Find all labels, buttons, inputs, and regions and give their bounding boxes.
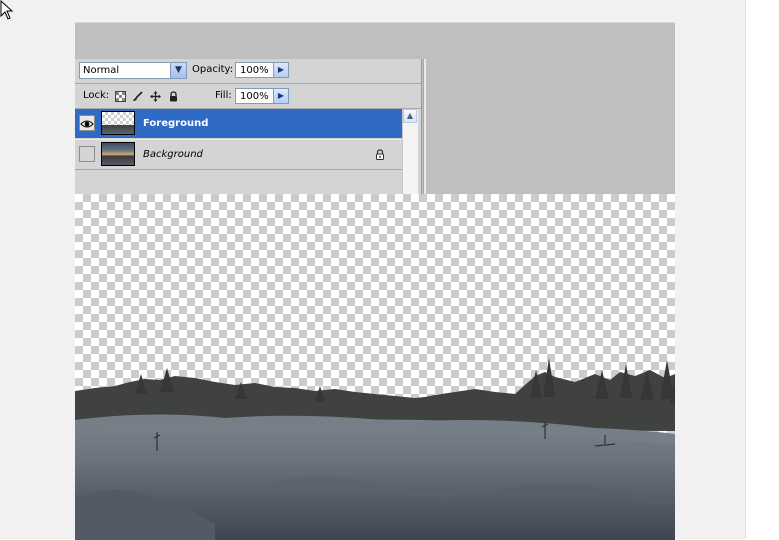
layer-row-background[interactable]: Background (75, 139, 402, 170)
layer-list: Foreground Background ▲ (75, 109, 421, 194)
mouse-pointer-icon (0, 0, 14, 20)
layer-name-foreground: Foreground (143, 118, 209, 129)
checkerboard-icon[interactable] (115, 91, 126, 102)
blend-mode-value: Normal (83, 65, 120, 76)
layer-row-foreground[interactable]: Foreground (75, 109, 402, 138)
lock-icon (376, 149, 384, 160)
chevron-down-icon[interactable]: ▼ (170, 63, 186, 78)
fill-value: 100% (240, 91, 269, 102)
blend-mode-select[interactable]: Normal ▼ (79, 62, 187, 79)
eye-icon (80, 120, 94, 128)
lock-label: Lock: (83, 90, 110, 101)
lock-options-row: Lock: Fill: 100% ▶ (75, 84, 421, 109)
opacity-field[interactable]: 100% ▶ (235, 62, 289, 78)
fill-label: Fill: (215, 90, 232, 101)
layer-thumbnail-background (101, 142, 135, 166)
visibility-toggle[interactable] (79, 115, 95, 131)
blend-options-row: Normal ▼ Opacity: 100% ▶ (75, 59, 421, 84)
visibility-toggle[interactable] (79, 146, 95, 162)
opacity-value: 100% (240, 65, 269, 76)
layers-panel: Normal ▼ Opacity: 100% ▶ Lock: Fill: 100… (75, 59, 422, 194)
triangle-right-icon[interactable]: ▶ (273, 89, 288, 103)
photoshop-screenshot: Normal ▼ Opacity: 100% ▶ Lock: Fill: 100… (75, 22, 675, 540)
triangle-right-icon[interactable]: ▶ (273, 63, 288, 77)
lock-icon[interactable] (168, 91, 179, 102)
snow-forest-image (75, 358, 675, 540)
arrow-up-icon[interactable]: ▲ (403, 109, 417, 123)
fill-field[interactable]: 100% ▶ (235, 88, 289, 104)
layer-thumbnail-foreground (101, 111, 135, 135)
layers-scrollbar[interactable]: ▲ (402, 109, 418, 194)
brush-icon[interactable] (132, 91, 143, 102)
move-icon[interactable] (150, 91, 161, 102)
right-margin (746, 0, 779, 539)
panel-border (423, 59, 426, 194)
document-canvas[interactable] (75, 194, 675, 540)
opacity-label: Opacity: (192, 64, 234, 75)
layer-name-background: Background (143, 149, 203, 160)
